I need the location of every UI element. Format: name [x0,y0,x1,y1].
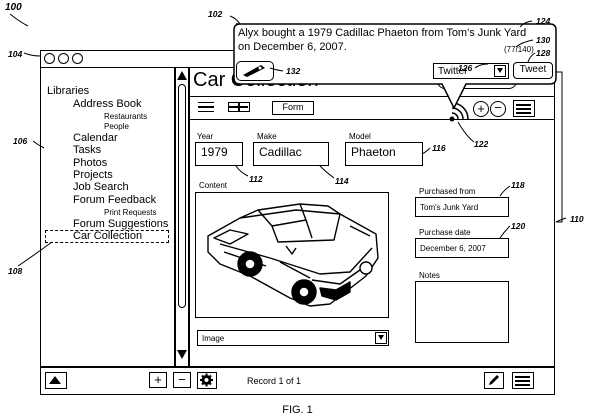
ref-116: 116 [432,143,446,153]
ref-124: 124 [536,16,551,26]
ref-114: 114 [335,176,349,186]
ref-108: 108 [8,266,23,276]
ref-112: 112 [249,174,263,184]
ref-130: 130 [536,35,551,45]
ref-104: 104 [8,49,23,59]
ref-106: 106 [13,136,28,146]
ref-102: 102 [208,9,223,19]
ref-120: 120 [511,221,526,231]
ref-122: 122 [474,139,489,149]
ref-110: 110 [570,214,584,224]
ref-132: 132 [286,66,301,76]
reference-leader-lines [9,13,567,267]
ref-128: 128 [536,48,551,58]
figure-caption: FIG. 1 [282,404,313,416]
ref-126: 126 [458,63,473,73]
ref-118: 118 [511,180,525,190]
